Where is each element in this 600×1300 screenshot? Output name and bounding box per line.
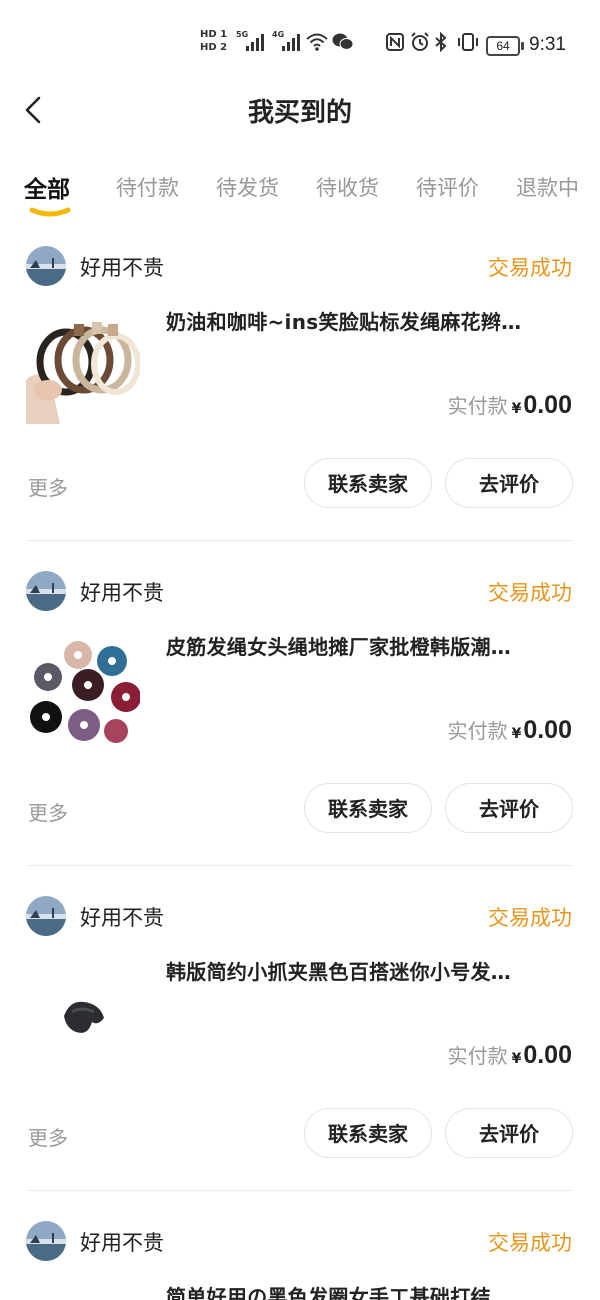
wechat-icon [332, 32, 354, 58]
more-button[interactable]: 更多 [28, 1122, 68, 1151]
shop-avatar[interactable] [26, 896, 66, 936]
product-image[interactable] [26, 635, 141, 749]
order-card[interactable]: 好用不贵 交易成功 皮筋发绳女头绳地摊厂家批橙韩版潮… 实付款 ¥0.00 更多 … [0, 565, 600, 889]
more-button[interactable]: 更多 [28, 472, 68, 501]
tab-pending-payment[interactable]: 待付款 [116, 172, 179, 202]
more-button[interactable]: 更多 [28, 797, 68, 826]
tab-refunding[interactable]: 退款中 [516, 172, 579, 202]
product-title[interactable]: 简单好用の黑色发圈女手工基础打结… [166, 1281, 576, 1300]
review-button[interactable]: 去评价 [445, 1108, 573, 1158]
signal-4g-icon: 4G [272, 30, 300, 51]
pay-label: 实付款 [447, 719, 508, 743]
pay-label: 实付款 [447, 394, 508, 418]
bluetooth-icon [434, 31, 448, 58]
divider [26, 1190, 574, 1191]
divider [26, 540, 574, 541]
pay-label: 实付款 [447, 1044, 508, 1068]
battery-level: 64 [496, 39, 510, 53]
product-title[interactable]: 韩版简约小抓夹黑色百搭迷你小号发… [166, 956, 576, 985]
order-card[interactable]: 好用不贵 交易成功 韩版简约小抓夹黑色百搭迷你小号发… 实付款 ¥0.00 更多 … [0, 890, 600, 1214]
signal-5g-label: 5G [236, 30, 249, 39]
hd1-label: HD 1 [200, 29, 228, 40]
order-tabs: 全部 待付款 待发货 待收货 待评价 退款中 [0, 172, 600, 222]
review-button[interactable]: 去评价 [445, 458, 573, 508]
contact-seller-button[interactable]: 联系卖家 [304, 783, 432, 833]
shop-avatar[interactable] [26, 246, 66, 286]
shop-name[interactable]: 好用不贵 [80, 902, 164, 932]
status-bar: HD 1 HD 2 5G 4G 64 9:31 [0, 0, 600, 90]
currency-symbol: ¥ [511, 726, 522, 742]
order-status: 交易成功 [488, 581, 572, 605]
tab-pending-review[interactable]: 待评价 [416, 172, 479, 202]
review-button[interactable]: 去评价 [445, 783, 573, 833]
product-title[interactable]: 皮筋发绳女头绳地摊厂家批橙韩版潮… [166, 631, 576, 660]
product-image[interactable] [26, 310, 141, 424]
order-status: 交易成功 [488, 906, 572, 930]
payment-row: 实付款 ¥0.00 [448, 390, 572, 420]
hd-indicator: HD 1 HD 2 [200, 28, 230, 54]
nfc-icon [386, 32, 404, 58]
tab-pending-receipt[interactable]: 待收货 [316, 172, 379, 202]
alarm-icon [410, 32, 430, 58]
shop-name[interactable]: 好用不贵 [80, 1227, 164, 1257]
order-card[interactable]: 好用不贵 交易成功 简单好用の黑色发圈女手工基础打结… [0, 1215, 600, 1300]
tab-pending-shipment[interactable]: 待发货 [216, 172, 279, 202]
order-status: 交易成功 [488, 1231, 572, 1255]
product-title[interactable]: 奶油和咖啡~ins笑脸贴标发绳麻花辫… [166, 306, 576, 335]
contact-seller-button[interactable]: 联系卖家 [304, 1108, 432, 1158]
payment-row: 实付款 ¥0.00 [448, 715, 572, 745]
wifi-icon [306, 32, 328, 58]
active-tab-indicator [29, 207, 71, 217]
currency-symbol: ¥ [511, 1051, 522, 1067]
currency-symbol: ¥ [511, 401, 522, 417]
page-title: 我买到的 [247, 98, 352, 128]
signal-5g-icon: 5G [236, 30, 264, 51]
divider [26, 865, 574, 866]
order-card[interactable]: 好用不贵 交易成功 奶油和咖啡~ins笑脸贴标发绳麻花辫… 实付款 ¥0.00 更… [0, 240, 600, 564]
hd2-label: HD 2 [200, 42, 228, 53]
shop-avatar[interactable] [26, 1221, 66, 1261]
payment-row: 实付款 ¥0.00 [448, 1040, 572, 1070]
battery-icon: 64 [486, 36, 524, 56]
pay-amount: 0.00 [523, 1041, 572, 1069]
pay-amount: 0.00 [523, 391, 572, 419]
vibrate-icon [456, 32, 480, 58]
pay-amount: 0.00 [523, 716, 572, 744]
shop-name[interactable]: 好用不贵 [80, 252, 164, 282]
order-status: 交易成功 [488, 256, 572, 280]
product-image[interactable] [26, 960, 140, 1074]
shop-name[interactable]: 好用不贵 [80, 577, 164, 607]
tab-all[interactable]: 全部 [24, 170, 70, 204]
signal-4g-label: 4G [272, 30, 285, 39]
contact-seller-button[interactable]: 联系卖家 [304, 458, 432, 508]
shop-avatar[interactable] [26, 571, 66, 611]
status-time: 9:31 [529, 34, 566, 55]
nav-bar: 我买到的 [0, 90, 600, 130]
